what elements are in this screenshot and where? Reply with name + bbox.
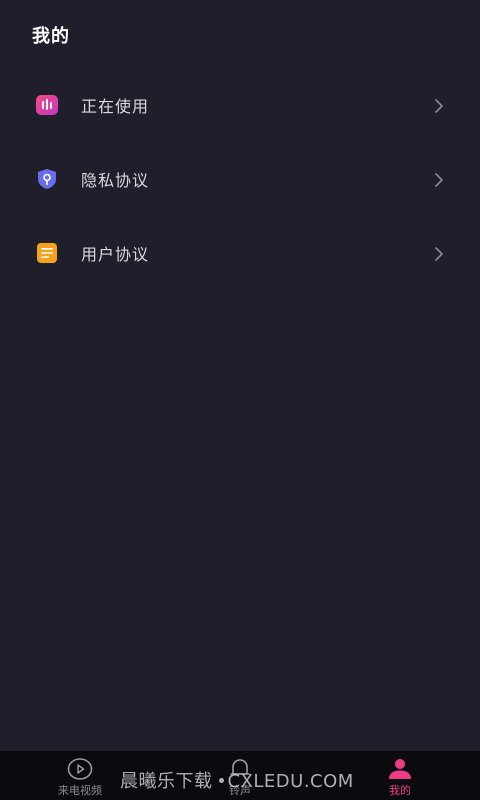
shield-key-icon xyxy=(36,168,58,190)
equalizer-icon xyxy=(36,94,58,116)
document-lines-icon xyxy=(36,242,58,264)
profile-screen: 我的 正在使用 隐私协议 用户协议 来电视频 铃声 我的 晨曦乐下载 CXLED… xyxy=(0,0,480,800)
page-title: 我的 xyxy=(32,26,70,47)
play-circle-icon xyxy=(67,757,93,781)
chevron-right-icon xyxy=(434,172,444,187)
tab-label: 我的 xyxy=(389,784,411,797)
watermark-domain: CXLEDU.COM xyxy=(227,771,354,792)
settings-menu: 正在使用 隐私协议 用户协议 xyxy=(0,68,480,290)
menu-item-user-agreement[interactable]: 用户协议 xyxy=(0,216,480,290)
menu-item-now-using[interactable]: 正在使用 xyxy=(0,68,480,142)
tab-label: 来电视频 xyxy=(58,784,102,797)
menu-item-privacy-policy[interactable]: 隐私协议 xyxy=(0,142,480,216)
menu-item-label: 正在使用 xyxy=(81,97,150,116)
menu-item-label: 用户协议 xyxy=(81,245,150,264)
watermark-text: 晨曦乐下载 xyxy=(120,771,213,792)
tab-me[interactable]: 我的 xyxy=(360,751,440,800)
watermark: 晨曦乐下载 CXLEDU.COM xyxy=(120,767,354,793)
chevron-right-icon xyxy=(434,246,444,261)
watermark-dot xyxy=(218,777,224,783)
menu-item-label: 隐私协议 xyxy=(81,171,150,190)
chevron-right-icon xyxy=(434,98,444,113)
person-icon xyxy=(387,757,413,781)
tab-call-video[interactable]: 来电视频 xyxy=(40,751,120,800)
